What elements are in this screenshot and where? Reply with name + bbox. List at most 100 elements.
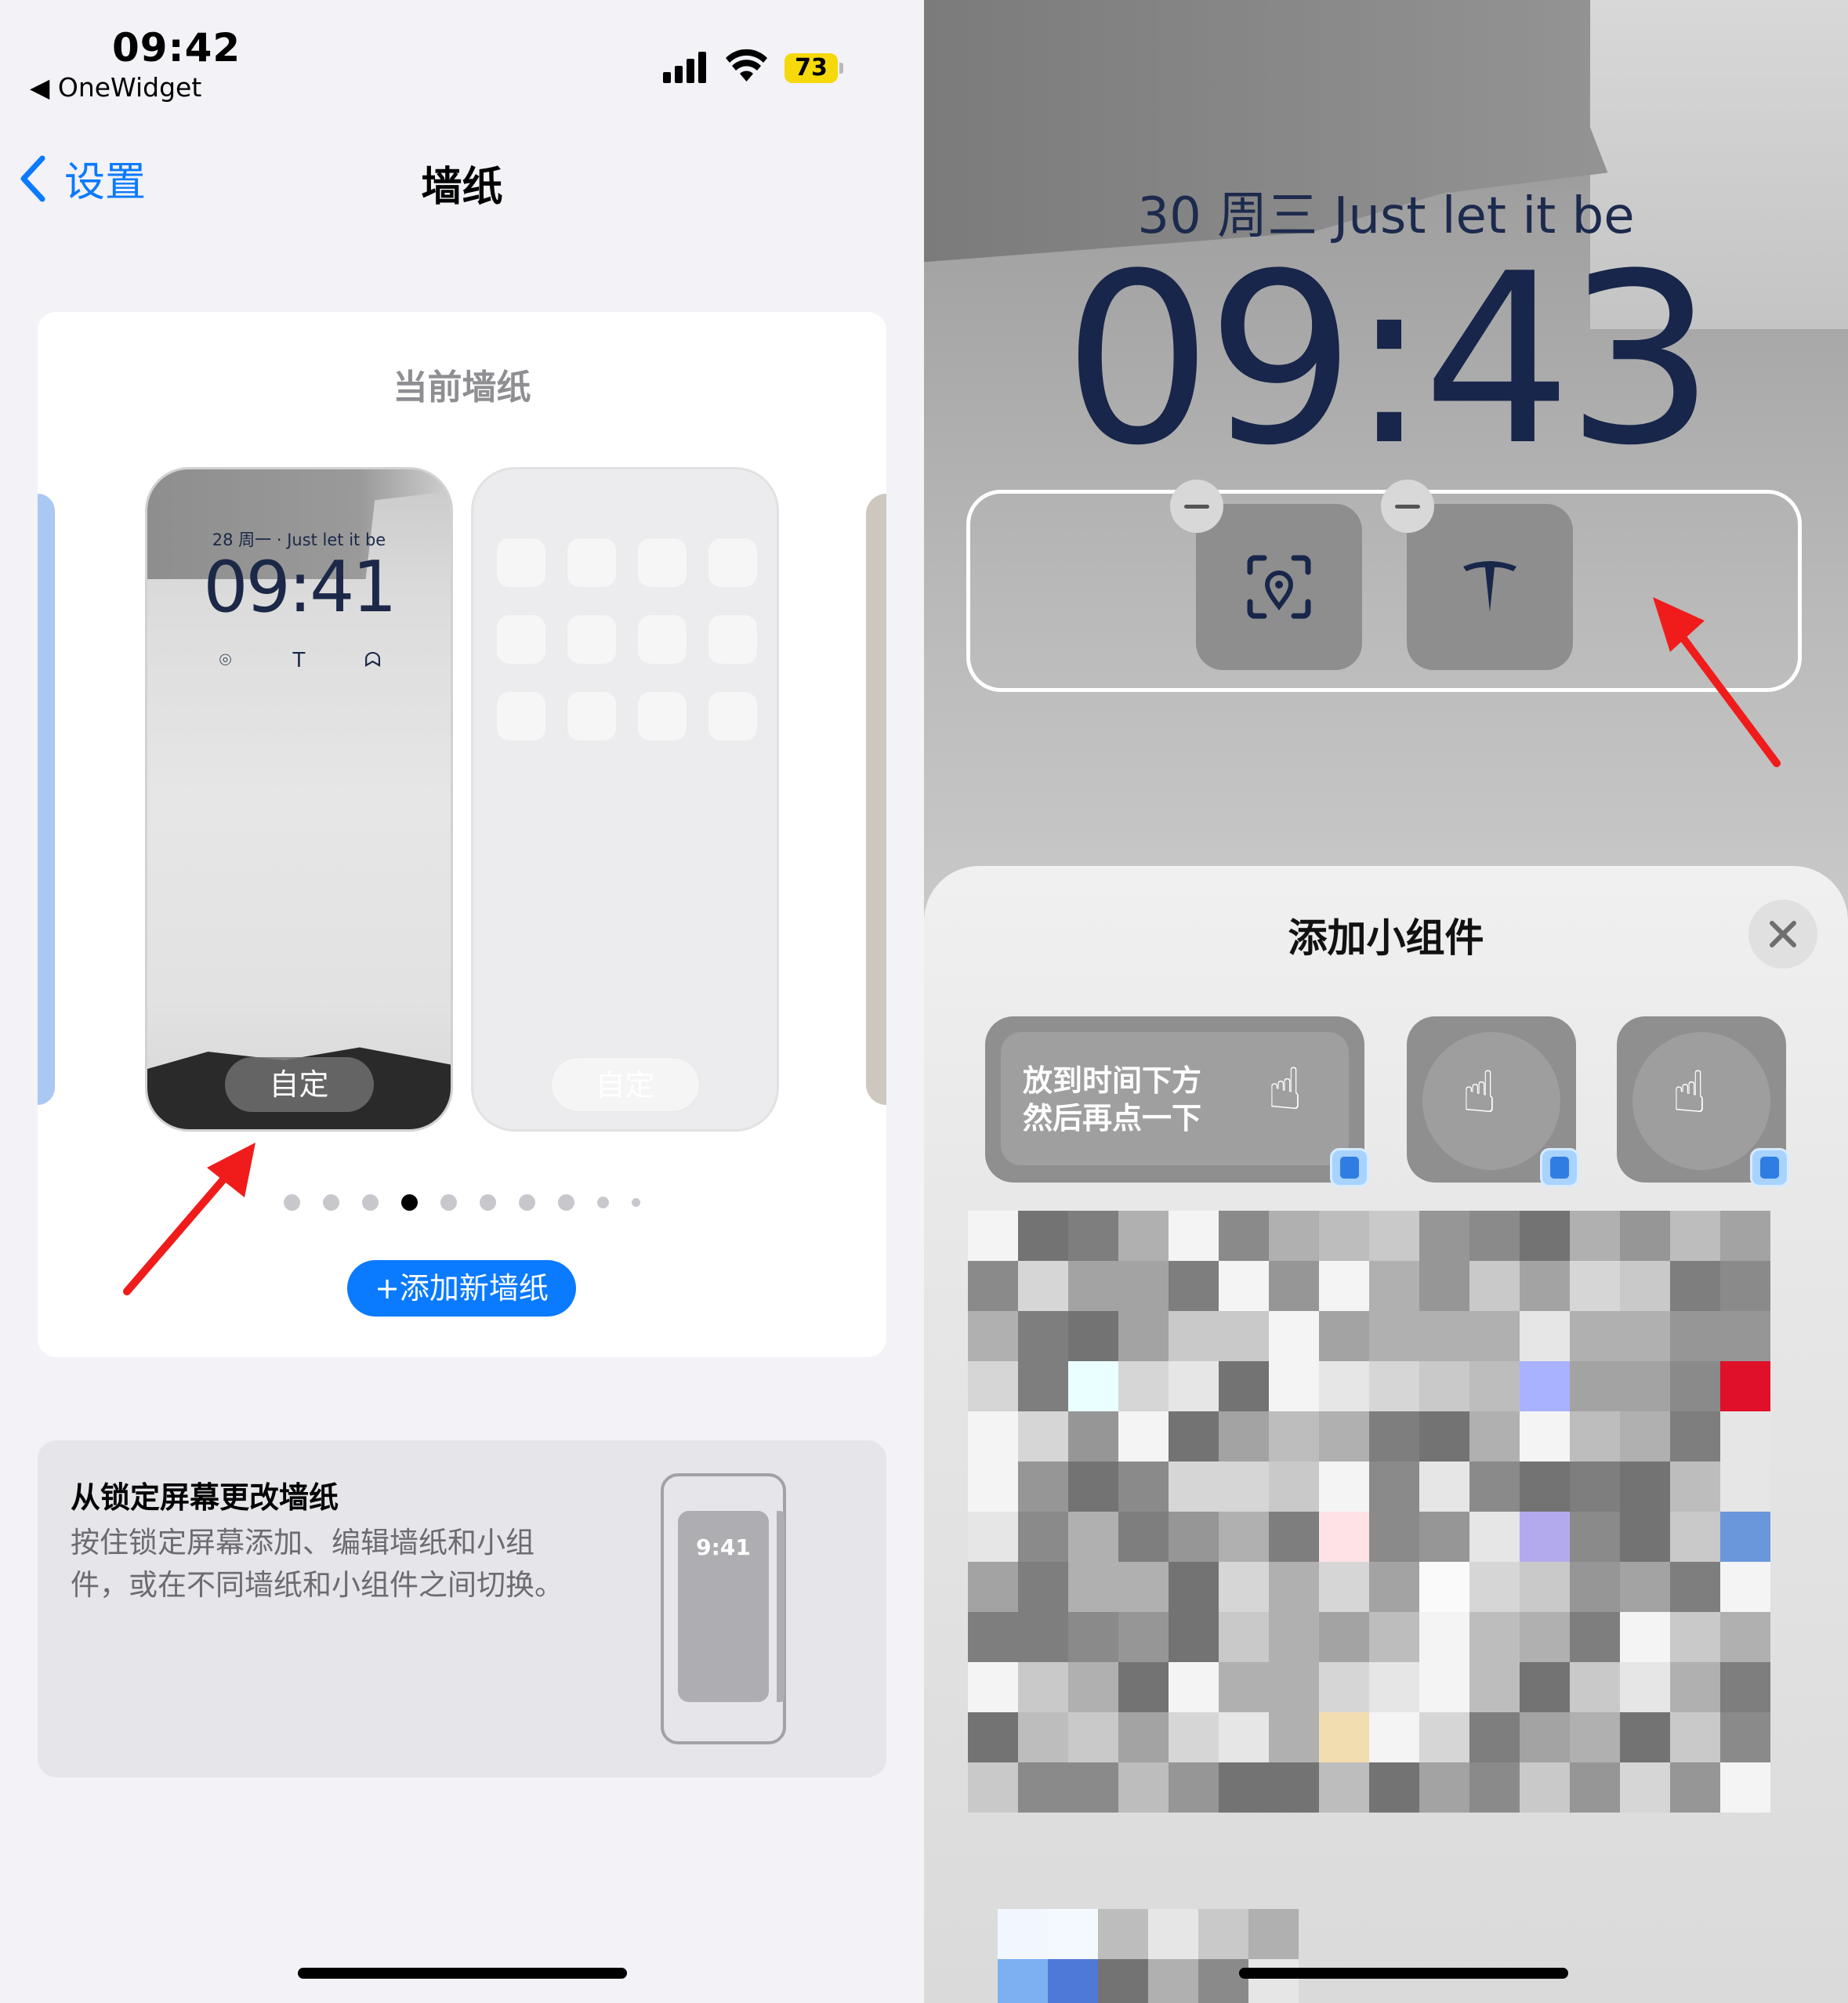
mosaic-cell xyxy=(1169,1762,1219,1813)
mosaic-cell xyxy=(1219,1311,1269,1361)
mosaic-cell xyxy=(1269,1361,1319,1411)
mosaic-cell xyxy=(1269,1712,1319,1762)
mosaic-cell xyxy=(1068,1311,1118,1361)
page-dot xyxy=(284,1194,300,1211)
back-to-app-link[interactable]: ◀ OneWidget xyxy=(30,72,201,103)
mosaic-cell xyxy=(1520,1361,1570,1411)
mosaic-cell xyxy=(1670,1562,1720,1612)
sheet-title: 添加小组件 xyxy=(1288,915,1484,961)
mosaic-cell xyxy=(1118,1211,1169,1261)
mosaic-cell xyxy=(968,1662,1018,1712)
mosaic-cell xyxy=(1570,1712,1620,1762)
mosaic-cell xyxy=(1419,1662,1469,1712)
mosaic-cell xyxy=(1018,1712,1068,1762)
mosaic-cell xyxy=(1269,1261,1319,1311)
customize-lock-button[interactable]: 自定 xyxy=(224,1057,374,1112)
app-placeholder xyxy=(567,538,616,587)
home-screen-preview[interactable]: 自定 xyxy=(471,467,779,1132)
mosaic-cell xyxy=(1469,1562,1520,1612)
mosaic-cell xyxy=(1419,1361,1469,1411)
mosaic-cell xyxy=(1068,1712,1118,1762)
add-new-wallpaper-button[interactable]: +添加新墙纸 xyxy=(347,1260,576,1317)
mosaic-cell xyxy=(1319,1462,1369,1512)
app-placeholder xyxy=(497,615,545,664)
app-placeholder xyxy=(708,538,757,587)
mosaic-cell xyxy=(968,1512,1018,1562)
prev-wallpaper-edge[interactable] xyxy=(38,494,55,1105)
page-dot xyxy=(519,1194,535,1211)
wifi-icon xyxy=(726,49,767,81)
suggested-widget-small[interactable]: ☝ xyxy=(1407,1016,1579,1187)
suggested-widget-small[interactable]: ☝ xyxy=(1617,1016,1789,1187)
mosaic-cell xyxy=(1118,1361,1169,1411)
mosaic-cell xyxy=(1720,1361,1770,1411)
lock-screen-preview[interactable]: 28 周一 · Just let it be 09:41 ⌾ T ᗣ 自定 xyxy=(145,467,453,1132)
mosaic-cell xyxy=(1469,1261,1520,1311)
mosaic-cell xyxy=(1620,1411,1670,1462)
mosaic-cell xyxy=(1570,1512,1620,1562)
mosaic-cell xyxy=(1620,1762,1670,1813)
mosaic-cell xyxy=(1269,1662,1319,1712)
mosaic-cell xyxy=(1469,1211,1520,1261)
mosaic-cell xyxy=(1319,1261,1369,1311)
mosaic-cell xyxy=(1520,1462,1570,1512)
mosaic-cell xyxy=(1520,1612,1570,1662)
minus-icon xyxy=(1184,504,1209,509)
lockscreen-edit-screen: 30 周三 Just let it be 09:43 添加小组件 放到时间下方 … xyxy=(924,0,1848,2003)
mosaic-cell xyxy=(1118,1662,1169,1712)
mosaic-cell xyxy=(1469,1311,1520,1361)
mosaic-cell xyxy=(1018,1361,1068,1411)
app-placeholder xyxy=(638,538,687,587)
location-widget[interactable] xyxy=(1196,504,1362,670)
remove-widget-button[interactable] xyxy=(1170,480,1223,533)
mosaic-cell xyxy=(1269,1562,1319,1612)
mosaic-cell xyxy=(1169,1562,1219,1612)
page-dot xyxy=(632,1198,640,1207)
next-wallpaper-edge[interactable] xyxy=(866,494,886,1105)
mosaic-cell xyxy=(1469,1361,1520,1411)
mosaic-cell xyxy=(1169,1411,1219,1462)
mosaic-cell xyxy=(1419,1762,1469,1813)
mosaic-cell xyxy=(1068,1361,1118,1411)
mosaic-cell xyxy=(1118,1261,1169,1311)
mosaic-cell xyxy=(1269,1762,1319,1813)
lock-time[interactable]: 09:43 xyxy=(924,243,1848,478)
mosaic-cell xyxy=(1219,1562,1269,1612)
mosaic-cell xyxy=(1319,1662,1369,1712)
tesla-widget[interactable] xyxy=(1407,504,1573,670)
home-indicator[interactable] xyxy=(298,1968,627,1979)
home-indicator[interactable] xyxy=(1239,1968,1568,1979)
change-from-lockscreen-card: 从锁定屏幕更改墙纸 按住锁定屏幕添加、编辑墙纸和小组件，或在不同墙纸和小组件之间… xyxy=(38,1440,886,1777)
customize-home-button[interactable]: 自定 xyxy=(550,1057,700,1112)
mosaic-cell xyxy=(1169,1361,1219,1411)
mosaic-cell xyxy=(1098,1959,1148,2003)
tap-hand-icon: ☝ xyxy=(1462,1059,1498,1126)
suggested-widget-large[interactable]: 放到时间下方 然后再点一下 ☝ xyxy=(985,1016,1369,1187)
mosaic-cell xyxy=(1469,1712,1520,1762)
mosaic-cell xyxy=(998,1909,1048,1959)
mosaic-cell xyxy=(1419,1562,1469,1612)
remove-widget-button[interactable] xyxy=(1381,480,1434,533)
mosaic-cell xyxy=(1169,1712,1219,1762)
close-button[interactable] xyxy=(1748,900,1817,969)
mosaic-cell xyxy=(1720,1261,1770,1311)
mosaic-cell xyxy=(1570,1612,1620,1662)
mosaic-cell xyxy=(1620,1361,1670,1411)
page-title: 墙纸 xyxy=(421,164,503,211)
mosaic-cell xyxy=(1369,1411,1419,1462)
mosaic-cell xyxy=(1219,1512,1269,1562)
mosaic-cell xyxy=(1419,1512,1469,1562)
tap-hand-icon: ☝ xyxy=(1267,1056,1303,1123)
mosaic-cell xyxy=(1319,1361,1369,1411)
mosaic-cell xyxy=(1319,1712,1369,1762)
mosaic-cell xyxy=(1419,1311,1469,1361)
mosaic-cell xyxy=(1570,1211,1620,1261)
mosaic-cell xyxy=(1269,1612,1319,1662)
mosaic-cell xyxy=(1369,1662,1419,1712)
mosaic-cell xyxy=(1520,1512,1570,1562)
mosaic-cell xyxy=(1369,1712,1419,1762)
app-icon-grid xyxy=(497,538,757,741)
mosaic-cell xyxy=(1068,1411,1118,1462)
mosaic-cell xyxy=(1720,1762,1770,1813)
tap-hand-icon: ☝ xyxy=(1672,1059,1708,1126)
